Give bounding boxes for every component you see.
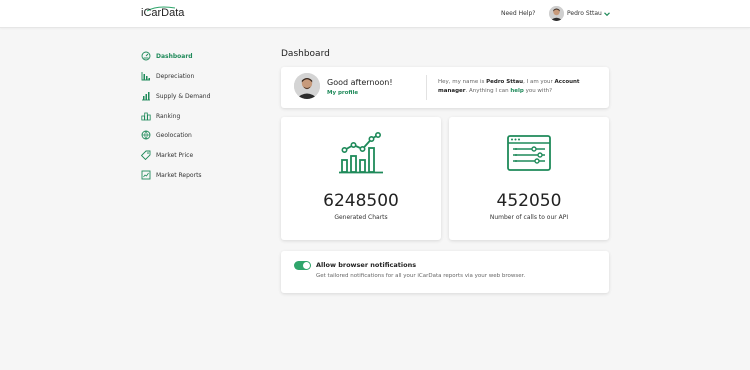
sidebar-item-label: Market Reports	[156, 171, 202, 179]
message-text: , I am your	[523, 79, 555, 85]
my-profile-link[interactable]: My profile	[327, 90, 358, 96]
sidebar-item-label: Supply & Demand	[156, 92, 211, 100]
report-icon	[141, 170, 151, 180]
supply-demand-icon	[142, 92, 150, 101]
generated-charts-value: 6248500	[323, 191, 399, 211]
message-text: . Anything I can	[465, 88, 511, 94]
bar-line-chart-icon	[339, 132, 383, 174]
page-title: Dashboard	[281, 49, 330, 59]
sidebar-item-label: Depreciation	[156, 72, 195, 80]
sidebar-item-label: Ranking	[156, 112, 181, 120]
price-tag-icon	[141, 150, 151, 160]
api-calls-card: 452050 Number of calls to our API	[449, 117, 609, 240]
sidebar-item-dashboard[interactable]: Dashboard	[141, 50, 193, 62]
message-text: Hey, my name is	[438, 79, 487, 85]
message-text: you with?	[523, 88, 553, 94]
help-link[interactable]: help	[510, 88, 523, 94]
geolocation-icon	[141, 130, 151, 140]
sidebar-item-label: Geolocation	[156, 131, 192, 139]
notifications-toggle[interactable]	[294, 261, 311, 270]
sidebar-item-label: Dashboard	[156, 52, 193, 60]
chevron-down-icon[interactable]	[603, 10, 611, 18]
sidebar-item-market-reports[interactable]: Market Reports	[141, 169, 202, 181]
api-calls-value: 452050	[496, 191, 562, 211]
manager-name: Pedro Sttau	[486, 79, 524, 85]
generated-charts-card: 6248500 Generated Charts	[281, 117, 441, 240]
user-avatar[interactable]	[549, 6, 564, 21]
api-window-icon	[507, 135, 551, 171]
greeting-title: Good afternoon!	[327, 78, 393, 87]
app-logo[interactable]: iCarData	[141, 7, 184, 19]
greeting-divider	[426, 75, 427, 100]
sidebar-item-ranking[interactable]: Ranking	[141, 110, 180, 122]
account-manager-message: Hey, my name is Pedro Sttau, I am your A…	[438, 78, 608, 96]
sidebar-item-supply-demand[interactable]: Supply & Demand	[141, 90, 210, 102]
ranking-icon	[141, 112, 151, 121]
sidebar-item-geolocation[interactable]: Geolocation	[141, 129, 192, 141]
greeting-card: Good afternoon! My profile Hey, my name …	[281, 67, 609, 108]
depreciation-icon	[141, 72, 150, 81]
toggle-knob	[303, 262, 310, 269]
sidebar-item-label: Market Price	[156, 151, 194, 159]
generated-charts-label: Generated Charts	[334, 214, 388, 221]
sidebar-item-depreciation[interactable]: Depreciation	[141, 70, 194, 82]
dashboard-icon	[141, 51, 151, 61]
notifications-title: Allow browser notifications	[316, 261, 417, 269]
top-bar: iCarData Need Help? Pedro Sttau	[0, 0, 750, 28]
api-calls-label: Number of calls to our API	[489, 214, 569, 221]
notifications-card: Allow browser notifications Get tailored…	[281, 251, 609, 293]
notifications-description: Get tailored notifications for all your …	[316, 273, 526, 279]
need-help-link[interactable]: Need Help?	[501, 10, 535, 17]
user-name[interactable]: Pedro Sttau	[567, 10, 602, 17]
sidebar-item-market-price[interactable]: Market Price	[141, 149, 193, 161]
account-manager-avatar	[294, 73, 320, 99]
